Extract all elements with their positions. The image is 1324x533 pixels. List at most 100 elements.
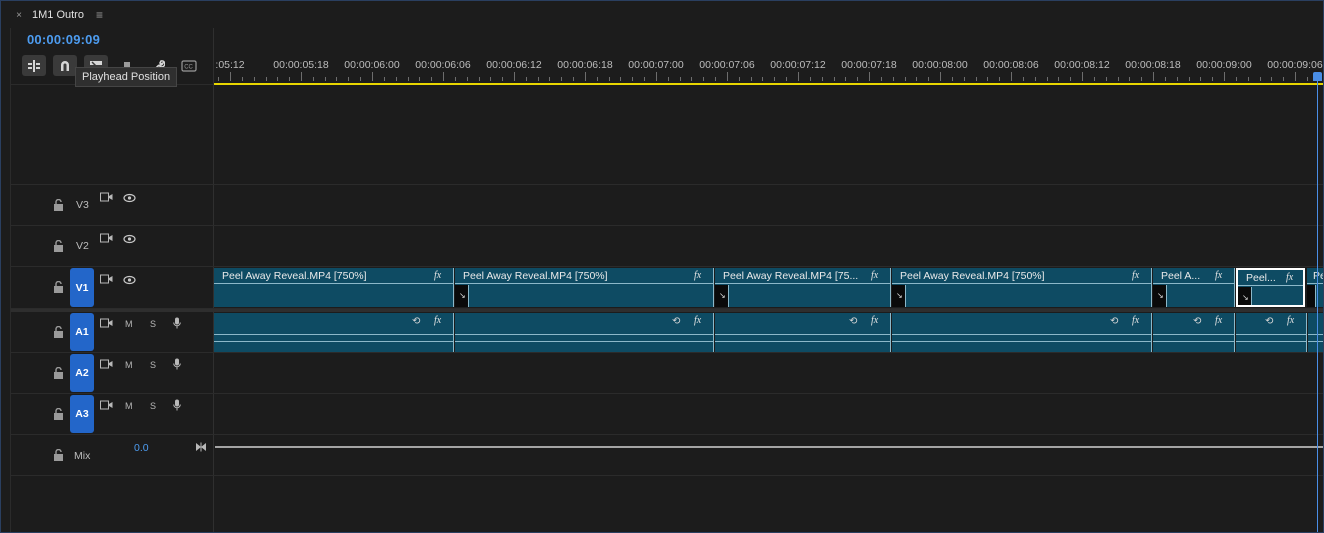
volume-line — [1236, 341, 1306, 342]
solo-button[interactable]: S — [150, 401, 156, 411]
link-icon[interactable]: ⟲ — [672, 316, 680, 327]
audio-clip[interactable]: ⟲ fx — [214, 313, 454, 352]
mute-button[interactable]: M — [125, 360, 133, 370]
playhead-timecode[interactable]: 00:00:09:09 — [27, 32, 100, 47]
fx-badge[interactable]: fx — [1286, 272, 1293, 283]
time-ruler[interactable]: :05:12 00:00:05:18 00:00:06:00 00:00:06:06 0… — [213, 28, 1324, 86]
fx-badge[interactable]: fx — [694, 315, 701, 326]
lock-icon[interactable] — [53, 281, 64, 293]
video-clip[interactable]: Peel Away Reveal.MP4 [750%] fx ↘ — [892, 268, 1152, 307]
microphone-icon[interactable] — [173, 399, 181, 411]
track-mix: Mix — [11, 435, 1324, 476]
ruler-tick — [893, 77, 894, 81]
fx-badge[interactable]: fx — [871, 270, 878, 281]
video-clip-selected[interactable]: Peel... fx ↘ — [1236, 268, 1305, 307]
lock-icon[interactable] — [53, 199, 64, 211]
mute-button[interactable]: M — [125, 319, 133, 329]
mix-volume-value[interactable]: 0.0 — [134, 442, 149, 454]
go-to-end-icon[interactable] — [195, 442, 207, 452]
track-target-a3[interactable]: A3 — [70, 395, 94, 433]
lock-icon[interactable] — [53, 367, 64, 379]
video-clip[interactable]: Peel A... fx ↘ — [1153, 268, 1235, 307]
eye-icon[interactable] — [123, 234, 136, 244]
ruler-label: 00:00:08:18 — [1125, 59, 1181, 71]
ruler-tick — [1058, 77, 1059, 81]
playhead-line[interactable] — [1317, 72, 1318, 533]
solo-button[interactable]: S — [150, 360, 156, 370]
video-clip[interactable]: Pe — [1307, 268, 1324, 307]
ruler-label: 00:00:07:12 — [770, 59, 826, 71]
ruler-tick — [490, 77, 491, 81]
fx-badge[interactable]: fx — [1215, 270, 1222, 281]
camera-icon[interactable] — [100, 359, 113, 369]
ruler-tick — [479, 77, 480, 81]
camera-icon[interactable] — [100, 233, 113, 243]
ruler-label: 00:00:06:00 — [344, 59, 400, 71]
fx-badge[interactable]: fx — [1215, 315, 1222, 326]
link-icon[interactable]: ⟲ — [412, 316, 420, 327]
mute-button[interactable]: M — [125, 401, 133, 411]
microphone-icon[interactable] — [173, 358, 181, 370]
ruler-tick — [1023, 77, 1024, 81]
fx-badge[interactable]: fx — [1132, 315, 1139, 326]
panel-menu-icon[interactable]: ≡ — [96, 8, 103, 22]
track-target-a1[interactable]: A1 — [70, 313, 94, 351]
ruler-tick — [325, 77, 326, 81]
captions-icon[interactable]: CC — [177, 55, 201, 76]
link-icon[interactable]: ⟲ — [1110, 316, 1118, 327]
link-icon[interactable]: ⟲ — [849, 316, 857, 327]
video-clip[interactable]: Peel Away Reveal.MP4 [75... fx ↘ — [715, 268, 891, 307]
close-tab-icon[interactable]: × — [14, 10, 24, 21]
audio-clip[interactable]: ⟲ fx — [715, 313, 891, 352]
camera-icon[interactable] — [100, 274, 113, 284]
link-icon[interactable]: ⟲ — [1265, 316, 1273, 327]
insert-sequence-icon[interactable] — [22, 55, 46, 76]
ruler-tick — [916, 77, 917, 81]
video-clip[interactable]: Peel Away Reveal.MP4 [750%] fx ↘ — [455, 268, 714, 307]
fx-badge[interactable]: fx — [1132, 270, 1139, 281]
fx-badge[interactable]: fx — [871, 315, 878, 326]
lock-icon[interactable] — [53, 240, 64, 252]
camera-icon[interactable] — [100, 192, 113, 202]
fx-badge[interactable]: fx — [694, 270, 701, 281]
lock-icon[interactable] — [53, 408, 64, 420]
sequence-tab[interactable]: × 1M1 Outro ≡ — [14, 5, 103, 25]
lock-icon[interactable] — [53, 449, 64, 461]
track-header-mix: Mix — [11, 435, 213, 475]
ruler-tick — [703, 77, 704, 81]
ruler-tick — [1094, 77, 1095, 81]
video-clip[interactable]: Peel Away Reveal.MP4 [750%] fx — [214, 268, 454, 307]
track-target-a2[interactable]: A2 — [70, 354, 94, 392]
microphone-icon[interactable] — [173, 317, 181, 329]
audio-clip[interactable]: ⟲ fx — [455, 313, 714, 352]
clip-name: Peel... — [1246, 272, 1276, 284]
camera-icon[interactable] — [100, 400, 113, 410]
audio-clip[interactable]: ⟲ fx — [1236, 313, 1307, 352]
track-target-v1[interactable]: V1 — [70, 268, 94, 307]
ruler-tick — [230, 72, 231, 81]
ruler-tick — [585, 72, 586, 81]
playhead-handle[interactable] — [1313, 72, 1322, 81]
fx-badge[interactable]: fx — [434, 315, 441, 326]
mix-volume-line[interactable] — [215, 446, 1324, 448]
ruler-tick — [739, 77, 740, 81]
camera-icon[interactable] — [100, 318, 113, 328]
solo-button[interactable]: S — [150, 319, 156, 329]
empty-video-area — [11, 86, 1324, 185]
ruler-label: 00:00:06:18 — [557, 59, 613, 71]
work-area-bar[interactable] — [213, 83, 1324, 85]
audio-clip[interactable]: ⟲ fx — [892, 313, 1152, 352]
ruler-tick — [1189, 77, 1190, 81]
link-icon[interactable]: ⟲ — [1193, 316, 1201, 327]
ruler-tick — [715, 77, 716, 81]
lock-icon[interactable] — [53, 326, 64, 338]
fx-badge[interactable]: fx — [434, 270, 441, 281]
snap-magnet-icon[interactable] — [53, 55, 77, 76]
audio-clip[interactable]: ⟲ fx — [1153, 313, 1235, 352]
eye-icon[interactable] — [123, 193, 136, 203]
eye-icon[interactable] — [123, 275, 136, 285]
svg-text:CC: CC — [184, 64, 193, 70]
audio-clip[interactable] — [1308, 313, 1324, 352]
track-header-v2: V2 — [11, 226, 213, 266]
fx-badge[interactable]: fx — [1287, 315, 1294, 326]
